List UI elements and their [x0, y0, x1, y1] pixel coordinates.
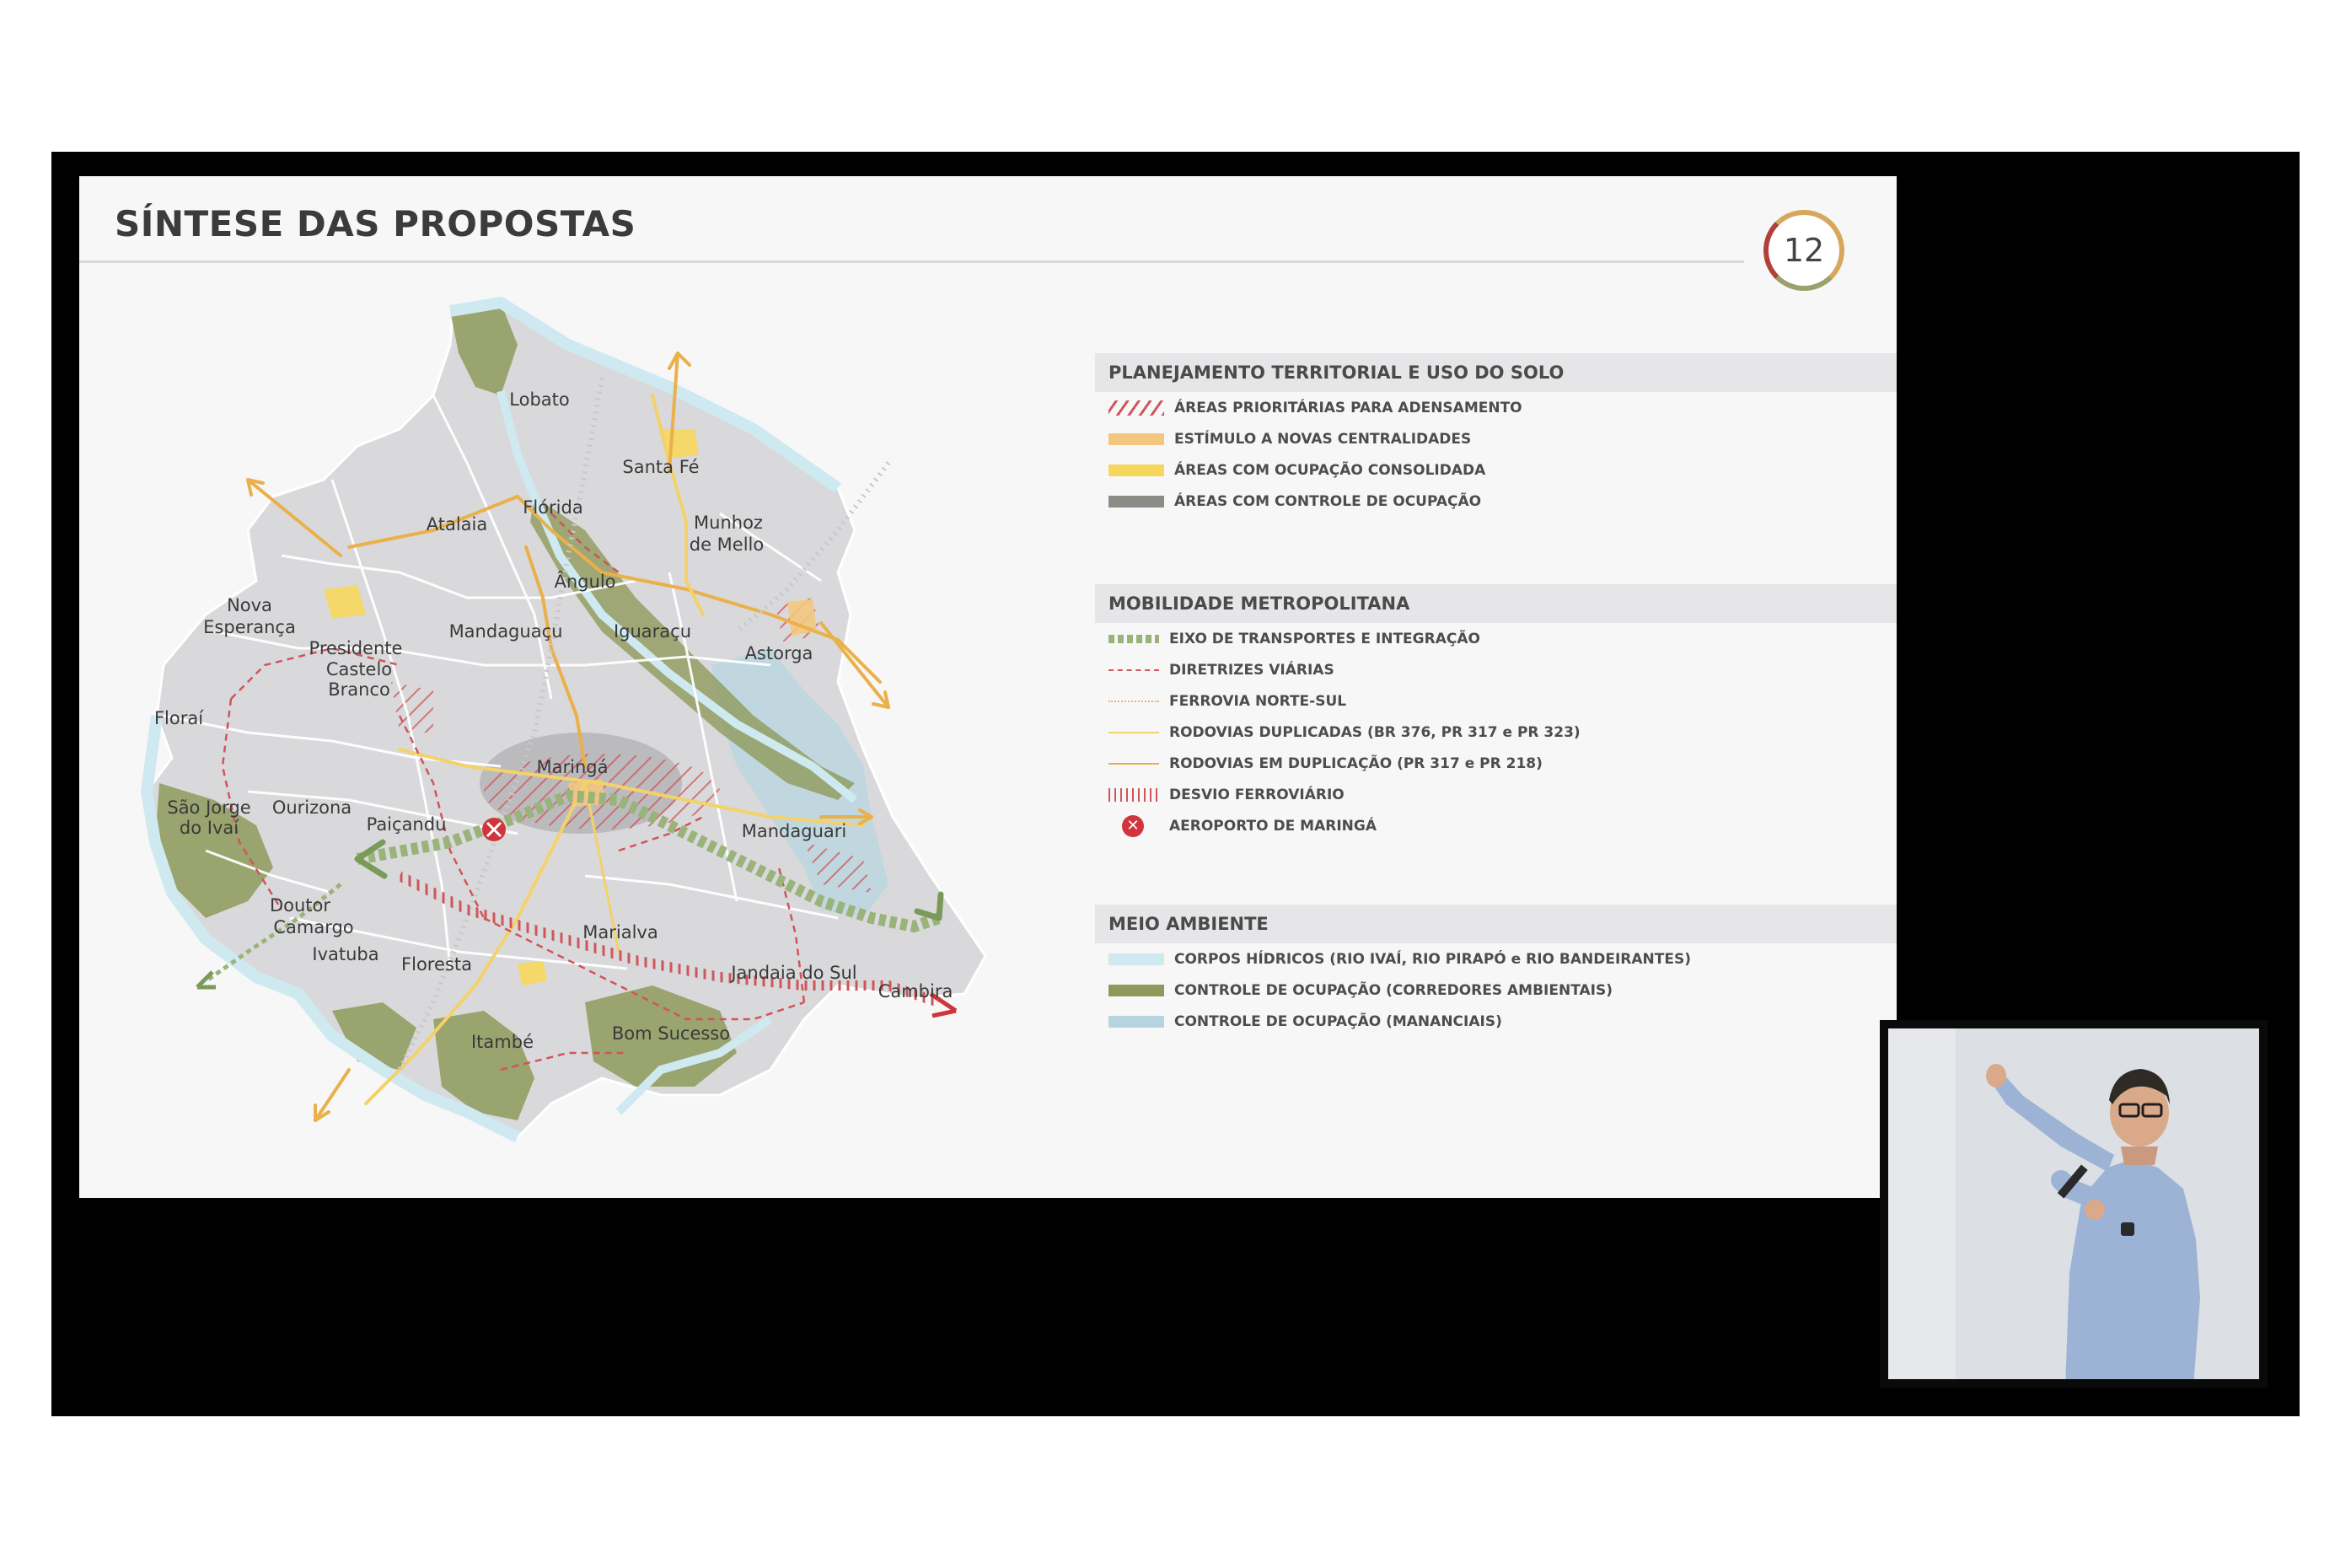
legend-item-label: CONTROLE DE OCUPAÇÃO (CORREDORES AMBIENT…: [1174, 981, 1613, 999]
place-label: Atalaia: [427, 514, 488, 534]
place-label: Munhoz: [694, 513, 763, 533]
legend-item: RODOVIAS EM DUPLICAÇÃO (PR 317 e PR 218): [1095, 748, 1897, 779]
place-label: de Mello: [690, 534, 764, 555]
legend-item-label: CONTROLE DE OCUPAÇÃO (MANANCIAIS): [1174, 1012, 1502, 1030]
legend-item-label: EIXO DE TRANSPORTES E INTEGRAÇÃO: [1169, 630, 1480, 647]
legend-item: DIRETRIZES VIÁRIAS: [1095, 654, 1897, 685]
legend-item-label: CORPOS HÍDRICOS (RIO IVAÍ, RIO PIRAPÓ e …: [1174, 950, 1691, 968]
legend-section-title: MOBILIDADE METROPOLITANA: [1095, 584, 1897, 623]
airport-icon: ✕: [1122, 814, 1144, 837]
color-swatch-icon: [1108, 464, 1164, 476]
place-label: Nova: [227, 595, 272, 615]
place-label: Floresta: [401, 954, 472, 975]
region-base: [145, 301, 987, 1139]
place-label: Flórida: [523, 497, 582, 518]
place-label: Presidente: [309, 638, 403, 658]
legend-item: ÁREAS COM CONTROLE DE OCUPAÇÃO: [1095, 486, 1897, 517]
legend-item: CONTROLE DE OCUPAÇÃO (CORREDORES AMBIENT…: [1095, 975, 1897, 1006]
legend-section-title: MEIO AMBIENTE: [1095, 905, 1897, 943]
legend-item-label: ÁREAS COM CONTROLE DE OCUPAÇÃO: [1174, 492, 1482, 510]
legend-item-label: DESVIO FERROVIÁRIO: [1169, 786, 1345, 803]
place-label: Lobato: [509, 389, 569, 410]
legend-item: EIXO DE TRANSPORTES E INTEGRAÇÃO: [1095, 623, 1897, 654]
place-label: Iguaraçu: [614, 621, 691, 642]
place-label: São Jorge: [167, 797, 250, 818]
legend-item: DESVIO FERROVIÁRIO: [1095, 779, 1897, 810]
place-label: Esperança: [203, 617, 296, 637]
legend-item-label: ESTÍMULO A NOVAS CENTRALIDADES: [1174, 430, 1472, 448]
presenter-webcam: [1880, 1020, 2268, 1388]
legend-item: FERROVIA NORTE-SUL: [1095, 685, 1897, 717]
legend-item: RODOVIAS DUPLICADAS (BR 376, PR 317 e PR…: [1095, 717, 1897, 748]
legend-item-label: FERROVIA NORTE-SUL: [1169, 692, 1347, 710]
place-label: Camargo: [273, 917, 353, 937]
place-label: Mandaguaçu: [449, 621, 563, 642]
legend-item: CORPOS HÍDRICOS (RIO IVAÍ, RIO PIRAPÓ e …: [1095, 943, 1897, 975]
legend-item-label: RODOVIAS DUPLICADAS (BR 376, PR 317 e PR…: [1169, 723, 1581, 741]
legend-item-label: RODOVIAS EM DUPLICAÇÃO (PR 317 e PR 218): [1169, 754, 1543, 772]
legend-item-label: AEROPORTO DE MARINGÁ: [1169, 817, 1377, 835]
legend-item-label: DIRETRIZES VIÁRIAS: [1169, 661, 1334, 679]
place-label: Santa Fé: [622, 457, 699, 477]
color-swatch-icon: [1108, 953, 1164, 965]
place-label: Bom Sucesso: [612, 1023, 730, 1044]
legend-item-label: ÁREAS PRIORITÁRIAS PARA ADENSAMENTO: [1174, 399, 1522, 416]
place-label: Floraí: [154, 708, 204, 728]
legend-section-title: PLANEJAMENTO TERRITORIAL E USO DO SOLO: [1095, 353, 1897, 392]
legend-item: ÁREAS PRIORITÁRIAS PARA ADENSAMENTO: [1095, 392, 1897, 423]
place-label: Paiçandu: [367, 814, 447, 835]
place-label: Marialva: [582, 922, 658, 942]
color-swatch-icon: [1108, 1015, 1164, 1028]
place-label: Branco: [328, 679, 390, 700]
legend-item: ✕ AEROPORTO DE MARINGÁ: [1095, 810, 1897, 841]
dashed-line-swatch-icon: [1108, 669, 1159, 671]
place-label: Ivatuba: [312, 944, 378, 964]
place-label: Itambé: [471, 1032, 534, 1052]
legend-section: MEIO AMBIENTE CORPOS HÍDRICOS (RIO IVAÍ, …: [1095, 905, 1897, 1037]
dashed-line-swatch-icon: [1108, 634, 1159, 643]
place-label: Ourizona: [272, 797, 352, 818]
airport-icon: [482, 818, 506, 841]
legend-item: ÁREAS COM OCUPAÇÃO CONSOLIDADA: [1095, 454, 1897, 486]
place-label: Mandaguari: [742, 821, 846, 841]
place-label: Astorga: [745, 643, 813, 663]
place-label: Castelo: [326, 659, 392, 679]
place-label: Ângulo: [555, 571, 616, 592]
color-swatch-icon: [1108, 432, 1164, 445]
legend-section: MOBILIDADE METROPOLITANA EIXO DE TRANSPOR…: [1095, 584, 1897, 841]
legend-section: PLANEJAMENTO TERRITORIAL E USO DO SOLO ÁR…: [1095, 353, 1897, 517]
line-swatch-icon: [1108, 762, 1159, 765]
dotted-line-swatch-icon: [1108, 700, 1159, 702]
place-label: Jandaia do Sul: [729, 963, 856, 983]
bars-swatch-icon: [1108, 787, 1159, 802]
consolidated-area-3: [518, 960, 547, 985]
line-swatch-icon: [1108, 731, 1159, 733]
presentation-slide: SÍNTESE DAS PROPOSTAS 12 Lobato Santa Fé…: [79, 176, 1897, 1198]
hatch-swatch-icon: [1108, 400, 1164, 416]
place-label: Doutor: [270, 895, 330, 916]
legend-item: ESTÍMULO A NOVAS CENTRALIDADES: [1095, 423, 1897, 454]
place-label: Maringá: [537, 757, 609, 777]
place-label: do Ivaí: [180, 818, 239, 838]
presenter-image: [1880, 1020, 2268, 1388]
color-swatch-icon: [1108, 984, 1164, 996]
legend-item: CONTROLE DE OCUPAÇÃO (MANANCIAIS): [1095, 1006, 1897, 1037]
transport-axis-southwest-arrow: [196, 970, 216, 990]
legend-item-label: ÁREAS COM OCUPAÇÃO CONSOLIDADA: [1174, 461, 1486, 479]
color-swatch-icon: [1108, 495, 1164, 507]
place-label: Cambira: [878, 981, 953, 1001]
